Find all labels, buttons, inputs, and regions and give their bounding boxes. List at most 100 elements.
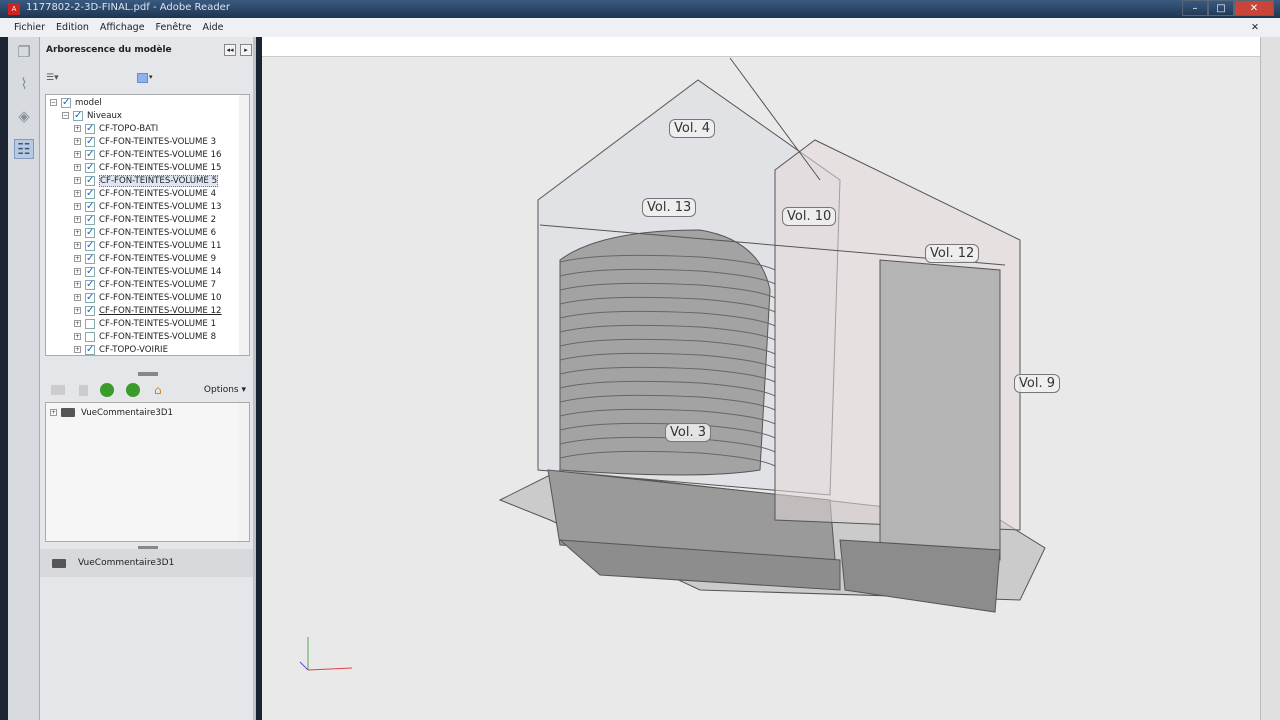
menu-fenetre[interactable]: Fenêtre	[156, 22, 192, 33]
splitter-handle[interactable]	[138, 372, 158, 376]
camera-icon[interactable]	[51, 385, 65, 395]
expand-icon[interactable]: −	[62, 112, 69, 119]
expand-icon[interactable]: +	[74, 138, 81, 145]
visibility-checkbox[interactable]: ✓	[85, 149, 95, 160]
attachments-icon[interactable]: ⌇	[14, 75, 34, 95]
expand-icon[interactable]: +	[50, 409, 57, 416]
visibility-checkbox[interactable]: ✓	[85, 188, 95, 199]
next-view-icon[interactable]	[126, 383, 140, 397]
visibility-checkbox[interactable]	[85, 318, 95, 329]
tree-item[interactable]: + CF-FON-TEINTES-VOLUME 8	[74, 330, 216, 343]
tree-item[interactable]: + ✓ CF-FON-TEINTES-VOLUME 6	[74, 226, 216, 239]
tree-item[interactable]: + ✓ CF-FON-TEINTES-VOLUME 3	[74, 135, 216, 148]
tree-item[interactable]: + ✓ CF-FON-TEINTES-VOLUME 2	[74, 213, 216, 226]
3d-model[interactable]	[262, 37, 1260, 720]
scrollbar[interactable]	[239, 95, 249, 355]
menu-affichage[interactable]: Affichage	[100, 22, 145, 33]
visibility-checkbox[interactable]: ✓	[85, 123, 95, 134]
tree-item-label: CF-FON-TEINTES-VOLUME 9	[99, 253, 217, 264]
visibility-checkbox[interactable]: ✓	[85, 162, 95, 173]
tree-item[interactable]: + ✓ CF-FON-TEINTES-VOLUME 12	[74, 304, 222, 317]
expand-icon[interactable]: +	[74, 346, 81, 353]
vertical-scrollbar[interactable]	[1260, 37, 1280, 720]
expand-icon[interactable]: +	[74, 177, 81, 184]
3d-viewport[interactable]: Vol. 4 Vol. 13 Vol. 10 Vol. 12 Vol. 9 Vo…	[262, 37, 1260, 720]
panel-menu-button[interactable]: ▸	[240, 44, 252, 56]
layers-icon[interactable]: ◈	[14, 107, 34, 127]
tree-item[interactable]: − ✓ model	[50, 96, 102, 109]
expand-icon[interactable]: +	[74, 320, 81, 327]
expand-icon[interactable]: +	[74, 268, 81, 275]
visibility-checkbox[interactable]	[85, 331, 95, 342]
delete-icon[interactable]	[79, 384, 88, 396]
menu-aide[interactable]: Aide	[202, 22, 223, 33]
background-color-picker[interactable]	[137, 73, 148, 83]
expand-icon[interactable]: +	[74, 294, 81, 301]
expand-icon[interactable]: +	[74, 190, 81, 197]
expand-icon[interactable]: +	[74, 307, 81, 314]
tree-item[interactable]: + ✓ CF-FON-TEINTES-VOLUME 15	[74, 161, 222, 174]
tree-item[interactable]: + ✓ CF-FON-TEINTES-VOLUME 10	[74, 291, 222, 304]
tree-item[interactable]: + ✓ CF-FON-TEINTES-VOLUME 4	[74, 187, 216, 200]
tree-item-label: CF-FON-TEINTES-VOLUME 5	[99, 174, 219, 187]
expand-icon[interactable]: +	[74, 203, 81, 210]
expand-icon[interactable]: +	[74, 164, 81, 171]
tree-item[interactable]: − ✓ Niveaux	[62, 109, 122, 122]
tree-item[interactable]: + ✓ CF-TOPO-BATI	[74, 122, 158, 135]
close-button[interactable]: ✕	[1234, 0, 1274, 16]
expand-icon[interactable]: +	[74, 255, 81, 262]
label-vol9: Vol. 9	[1014, 374, 1060, 393]
expand-icon[interactable]: +	[74, 125, 81, 132]
list-item[interactable]: + VueCommentaire3D1	[50, 406, 173, 419]
home-icon[interactable]: ⌂	[154, 383, 162, 397]
pages-icon[interactable]: ❐	[14, 43, 34, 63]
current-view-label: VueCommentaire3D1	[78, 558, 175, 568]
visibility-checkbox[interactable]: ✓	[85, 214, 95, 225]
previous-view-icon[interactable]	[100, 383, 114, 397]
expand-icon[interactable]: +	[74, 281, 81, 288]
close-document-icon[interactable]: ✕	[1251, 22, 1259, 33]
tree-item[interactable]: + ✓ CF-FON-TEINTES-VOLUME 9	[74, 252, 216, 265]
expand-icon[interactable]: +	[74, 229, 81, 236]
visibility-checkbox[interactable]: ✓	[85, 292, 95, 303]
visibility-checkbox[interactable]: ✓	[73, 110, 83, 121]
visibility-checkbox[interactable]: ✓	[85, 253, 95, 264]
tree-options-icon[interactable]: ☰▾	[46, 73, 59, 83]
expand-icon[interactable]: −	[50, 99, 57, 106]
menu-fichier[interactable]: Fichier	[14, 22, 45, 33]
tree-item-label: CF-FON-TEINTES-VOLUME 3	[99, 136, 217, 147]
model-tree-icon[interactable]: ☷	[14, 139, 34, 159]
options-dropdown[interactable]: Options ▾	[204, 385, 246, 395]
minimize-button[interactable]: –	[1182, 0, 1208, 16]
expand-icon[interactable]: +	[74, 151, 81, 158]
tree-item[interactable]: + CF-FON-TEINTES-VOLUME 1	[74, 317, 216, 330]
expand-icon[interactable]: +	[74, 242, 81, 249]
title-bar: A 1177802-2-3D-FINAL.pdf - Adobe Reader …	[0, 0, 1280, 18]
visibility-checkbox[interactable]: ✓	[61, 97, 71, 108]
tree-item-label: CF-TOPO-BATI	[99, 123, 159, 134]
tree-item[interactable]: + ✓ CF-TOPO-VOIRIE	[74, 343, 168, 355]
visibility-checkbox[interactable]: ✓	[85, 266, 95, 277]
tree-item[interactable]: + ✓ CF-FON-TEINTES-VOLUME 5	[74, 174, 219, 187]
tree-item[interactable]: + ✓ CF-FON-TEINTES-VOLUME 7	[74, 278, 216, 291]
scrollbar[interactable]	[239, 403, 249, 541]
tree-item[interactable]: + ✓ CF-FON-TEINTES-VOLUME 14	[74, 265, 222, 278]
visibility-checkbox[interactable]: ✓	[85, 136, 95, 147]
visibility-checkbox[interactable]: ✓	[85, 305, 95, 316]
visibility-checkbox[interactable]: ✓	[85, 175, 95, 186]
expand-icon[interactable]: +	[74, 216, 81, 223]
expand-icon[interactable]: +	[74, 333, 81, 340]
tree-item[interactable]: + ✓ CF-FON-TEINTES-VOLUME 11	[74, 239, 222, 252]
maximize-button[interactable]: □	[1208, 0, 1234, 16]
views-list: + VueCommentaire3D1	[45, 402, 250, 542]
collapse-panel-button[interactable]: ◂◂	[224, 44, 236, 56]
visibility-checkbox[interactable]: ✓	[85, 240, 95, 251]
visibility-checkbox[interactable]: ✓	[85, 279, 95, 290]
tree-item[interactable]: + ✓ CF-FON-TEINTES-VOLUME 13	[74, 200, 222, 213]
menu-edition[interactable]: Edition	[56, 22, 89, 33]
visibility-checkbox[interactable]: ✓	[85, 227, 95, 238]
visibility-checkbox[interactable]: ✓	[85, 201, 95, 212]
visibility-checkbox[interactable]: ✓	[85, 344, 95, 355]
tree-item[interactable]: + ✓ CF-FON-TEINTES-VOLUME 16	[74, 148, 222, 161]
chevron-down-icon[interactable]: ▾	[149, 73, 153, 81]
